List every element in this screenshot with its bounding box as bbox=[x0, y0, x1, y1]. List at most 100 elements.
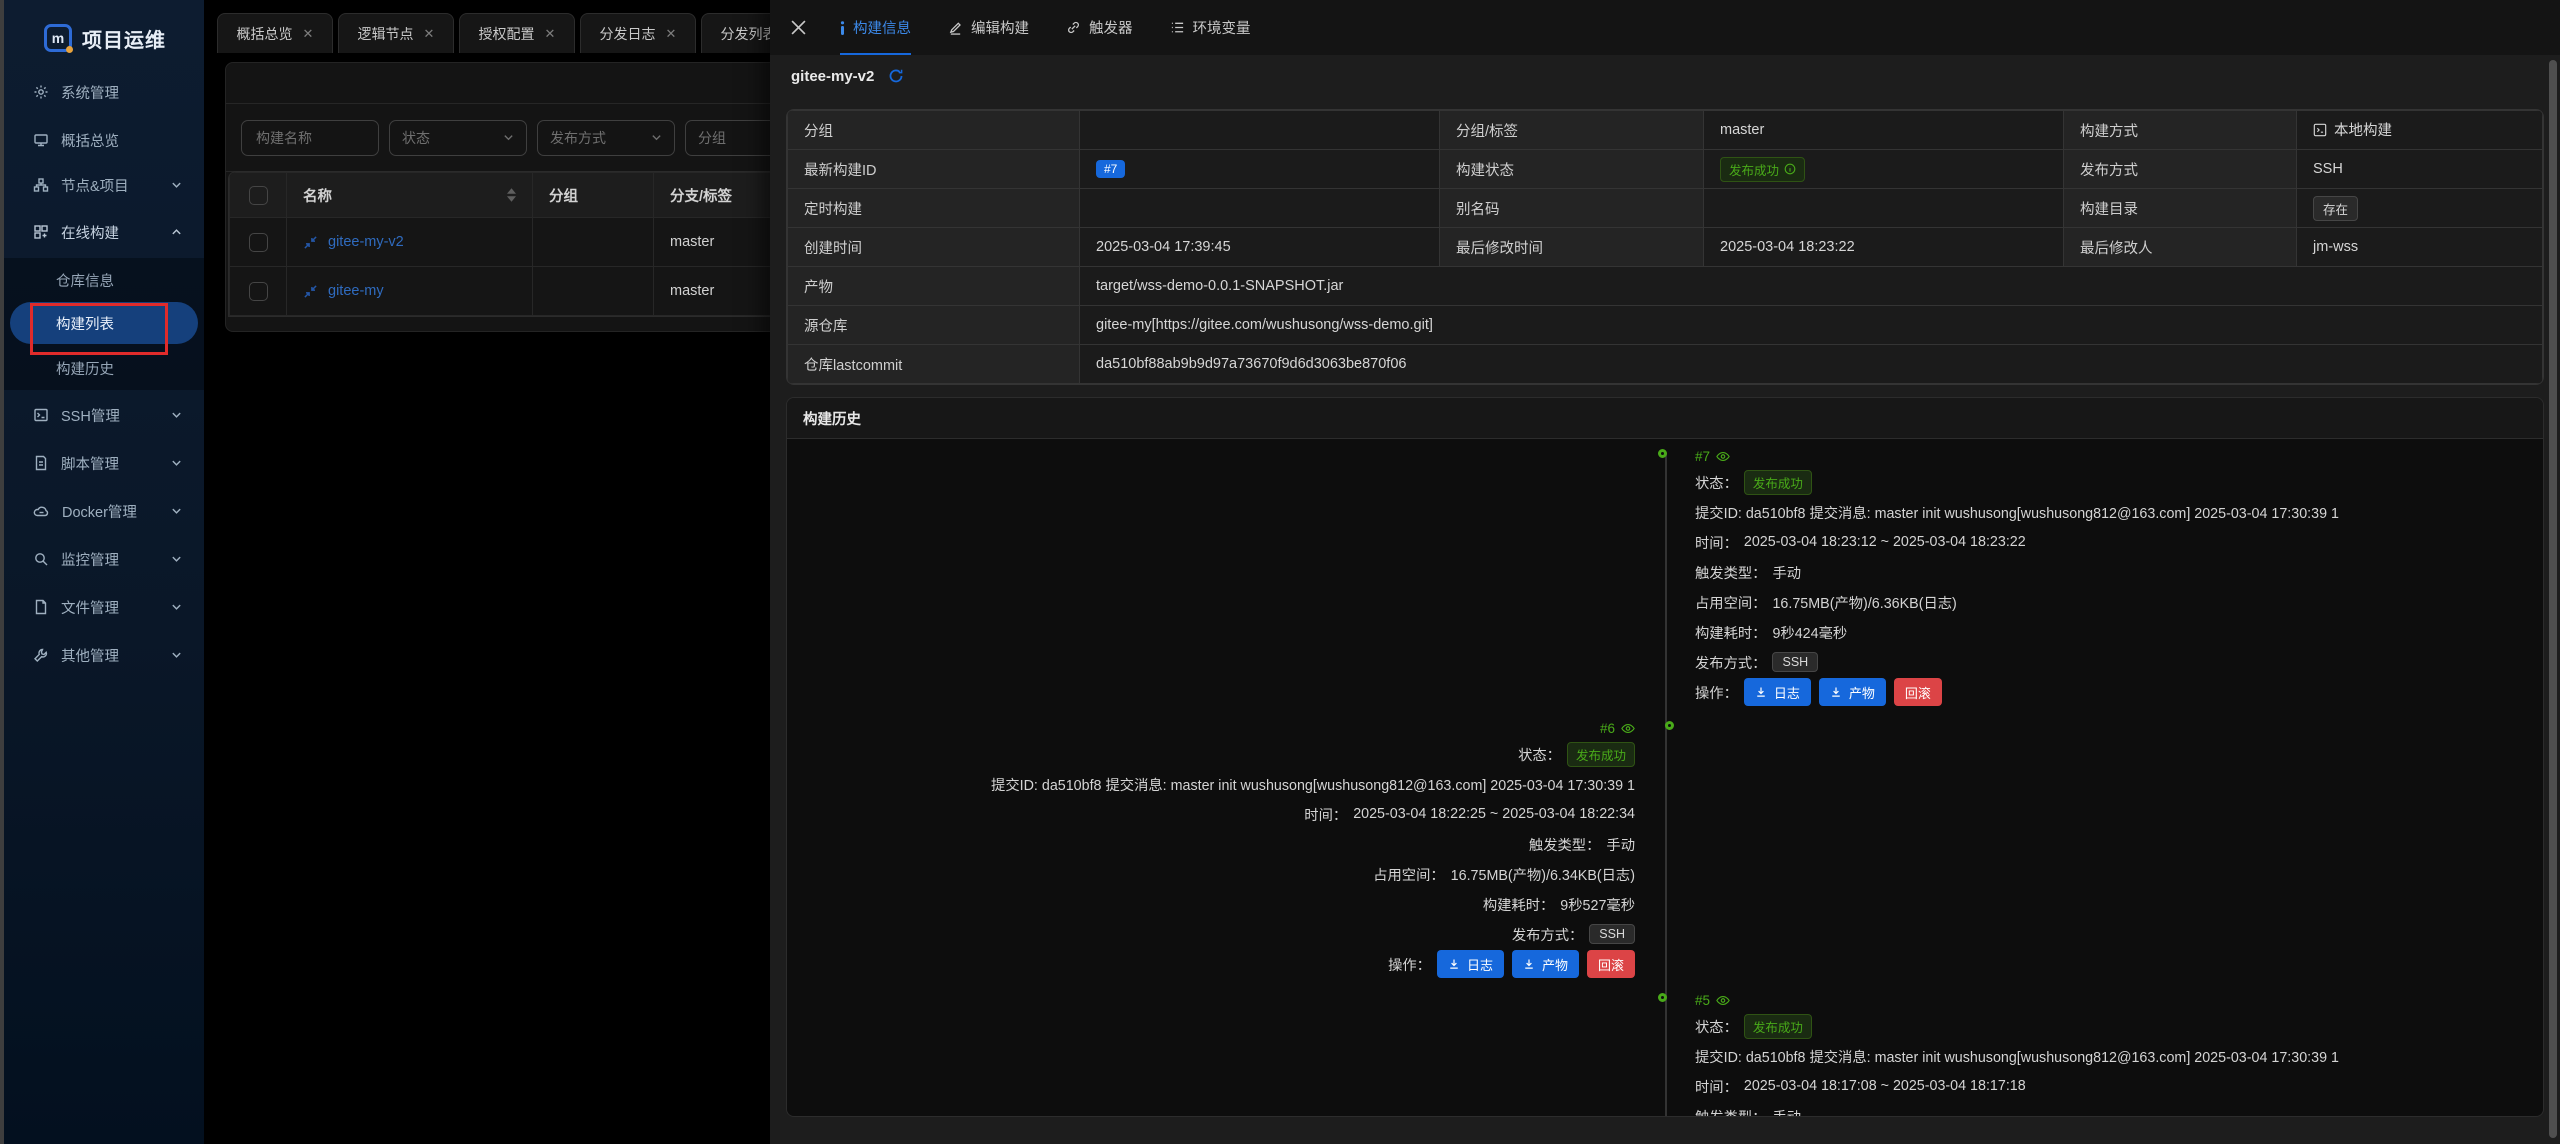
drawer-body: gitee-my-v2 分组 分组/标签 master 构建方式 本地构建 bbox=[770, 55, 2560, 1144]
tab-logic-node[interactable]: 逻辑节点✕ bbox=[338, 13, 454, 53]
build-icon bbox=[33, 224, 49, 240]
gear-icon bbox=[33, 84, 49, 100]
info-row: 源仓库 gitee-my[https://gitee.com/wushusong… bbox=[788, 306, 2543, 345]
row-checkbox[interactable] bbox=[249, 282, 268, 301]
build-link[interactable]: gitee-my bbox=[328, 283, 384, 299]
ssh-tag: SSH bbox=[1772, 652, 1818, 672]
close-icon[interactable]: ✕ bbox=[424, 27, 435, 40]
sidebar-item-ssh[interactable]: SSH管理 bbox=[0, 393, 204, 437]
sort-icon[interactable] bbox=[507, 188, 516, 202]
drawer-close-button[interactable] bbox=[770, 0, 826, 55]
chevron-down-icon bbox=[171, 554, 182, 565]
sidebar-item-system[interactable]: 系统管理 bbox=[0, 70, 204, 114]
annotation-highlight-box bbox=[30, 303, 168, 355]
status-badge: 发布成功 bbox=[1744, 1014, 1812, 1039]
cloud-icon bbox=[33, 503, 50, 519]
close-icon[interactable]: ✕ bbox=[666, 27, 677, 40]
drawer-tab-build-info[interactable]: 构建信息 bbox=[840, 0, 911, 55]
drawer-scrollbar[interactable] bbox=[2549, 60, 2557, 1138]
chevron-up-icon bbox=[171, 227, 182, 238]
tab-auth-config[interactable]: 授权配置✕ bbox=[459, 13, 575, 53]
drawer-tab-env-vars[interactable]: 环境变量 bbox=[1170, 0, 1251, 55]
publish-method-select[interactable]: 发布方式 bbox=[537, 120, 675, 156]
close-icon[interactable]: ✕ bbox=[545, 27, 556, 40]
download-icon bbox=[1755, 686, 1767, 698]
eye-icon[interactable] bbox=[1621, 723, 1635, 734]
row-checkbox[interactable] bbox=[249, 233, 268, 252]
download-icon bbox=[1523, 958, 1535, 970]
log-button[interactable]: 日志 bbox=[1744, 678, 1811, 706]
timeline-dot bbox=[1665, 721, 1674, 730]
sidebar-item-monitor[interactable]: 监控管理 bbox=[0, 537, 204, 581]
logo-icon: m bbox=[44, 24, 72, 52]
sidebar-item-script[interactable]: 脚本管理 bbox=[0, 441, 204, 485]
exists-tag: 存在 bbox=[2313, 196, 2358, 221]
app-logo: m 项目运维 bbox=[0, 14, 204, 62]
chevron-down-icon bbox=[503, 132, 514, 143]
build-history-timeline: #7 状态：发布成功 提交ID: da510bf8 提交消息: master i… bbox=[787, 439, 2543, 1117]
chevron-down-icon bbox=[171, 458, 182, 469]
build-link[interactable]: gitee-my-v2 bbox=[328, 234, 404, 250]
chevron-down-icon bbox=[171, 602, 182, 613]
log-button[interactable]: 日志 bbox=[1437, 950, 1504, 978]
status-badge: 发布成功 bbox=[1744, 470, 1812, 495]
build-title: gitee-my-v2 bbox=[791, 68, 874, 85]
sidebar-item-other[interactable]: 其他管理 bbox=[0, 633, 204, 677]
magnifier-icon bbox=[33, 551, 49, 567]
chevron-down-icon bbox=[171, 410, 182, 421]
build-history-card: 构建历史 #7 状态：发布成功 提交ID: da510bf8 提交消息: mas… bbox=[786, 397, 2544, 1117]
build-name-input[interactable] bbox=[254, 129, 366, 147]
build-name-filter bbox=[241, 120, 379, 156]
chevron-down-icon bbox=[651, 132, 662, 143]
tab-overview[interactable]: 概括总览✕ bbox=[217, 13, 333, 53]
artifact-button[interactable]: 产物 bbox=[1512, 950, 1579, 978]
monitor-icon bbox=[33, 132, 49, 148]
wrench-icon bbox=[33, 647, 49, 663]
download-icon bbox=[1830, 686, 1842, 698]
drawer-tab-edit-build[interactable]: 编辑构建 bbox=[948, 0, 1029, 55]
build-number: #6 bbox=[1600, 721, 1615, 736]
rollback-button[interactable]: 回滚 bbox=[1587, 950, 1635, 978]
eye-icon[interactable] bbox=[1716, 995, 1730, 1006]
info-circle-icon bbox=[1784, 163, 1796, 175]
sidebar-item-nodes[interactable]: 节点&项目 bbox=[0, 163, 204, 207]
terminal-icon bbox=[33, 407, 49, 423]
drawer-header: 构建信息 编辑构建 触发器 环境变量 bbox=[770, 0, 2560, 55]
drawer-tab-trigger[interactable]: 触发器 bbox=[1066, 0, 1133, 55]
build-history-title: 构建历史 bbox=[787, 398, 2543, 439]
build-number: #7 bbox=[1695, 449, 1710, 464]
info-row: 创建时间 2025-03-04 17:39:45 最后修改时间 2025-03-… bbox=[788, 228, 2543, 267]
chevron-down-icon bbox=[171, 180, 182, 191]
download-icon bbox=[1448, 958, 1460, 970]
shrink-arrows-icon bbox=[303, 284, 318, 299]
build-info-drawer: 构建信息 编辑构建 触发器 环境变量 gitee-my-v2 bbox=[770, 0, 2560, 1144]
sidebar-item-online-build[interactable]: 在线构建 bbox=[0, 210, 204, 254]
select-all-checkbox[interactable] bbox=[249, 186, 268, 205]
status-select[interactable]: 状态 bbox=[389, 120, 527, 156]
history-entry: #5 状态：发布成功 提交ID: da510bf8 提交消息: master i… bbox=[1665, 989, 2543, 1117]
build-number: #5 bbox=[1695, 993, 1710, 1008]
sidebar-item-file[interactable]: 文件管理 bbox=[0, 585, 204, 629]
sidebar-item-docker[interactable]: Docker管理 bbox=[0, 489, 204, 533]
cluster-icon bbox=[33, 177, 49, 193]
sidebar-item-overview[interactable]: 概括总览 bbox=[0, 118, 204, 162]
drawer-title-row: gitee-my-v2 bbox=[786, 55, 2544, 97]
timeline-dot bbox=[1658, 993, 1667, 1002]
artifact-button[interactable]: 产物 bbox=[1819, 678, 1886, 706]
status-badge: 发布成功 bbox=[1567, 742, 1635, 767]
edit-pencil-icon bbox=[948, 20, 963, 35]
refresh-icon[interactable] bbox=[888, 68, 904, 84]
sidebar-item-repo-info[interactable]: 仓库信息 bbox=[0, 259, 204, 301]
info-row: 分组 分组/标签 master 构建方式 本地构建 bbox=[788, 111, 2543, 150]
build-id-badge: #7 bbox=[1096, 160, 1125, 178]
eye-icon[interactable] bbox=[1716, 451, 1730, 462]
info-icon bbox=[840, 21, 845, 35]
history-entry: #7 状态：发布成功 提交ID: da510bf8 提交消息: master i… bbox=[1665, 445, 2543, 707]
history-entry: #6 状态：发布成功 提交ID: da510bf8 提交消息: master i… bbox=[787, 717, 1665, 979]
rollback-button[interactable]: 回滚 bbox=[1894, 678, 1942, 706]
api-link-icon bbox=[1066, 20, 1081, 35]
build-info-table: 分组 分组/标签 master 构建方式 本地构建 最新构建ID #7 构建状态… bbox=[786, 109, 2544, 385]
tab-dispatch-log[interactable]: 分发日志✕ bbox=[580, 13, 696, 53]
chevron-down-icon bbox=[171, 650, 182, 661]
close-icon[interactable]: ✕ bbox=[303, 27, 314, 40]
